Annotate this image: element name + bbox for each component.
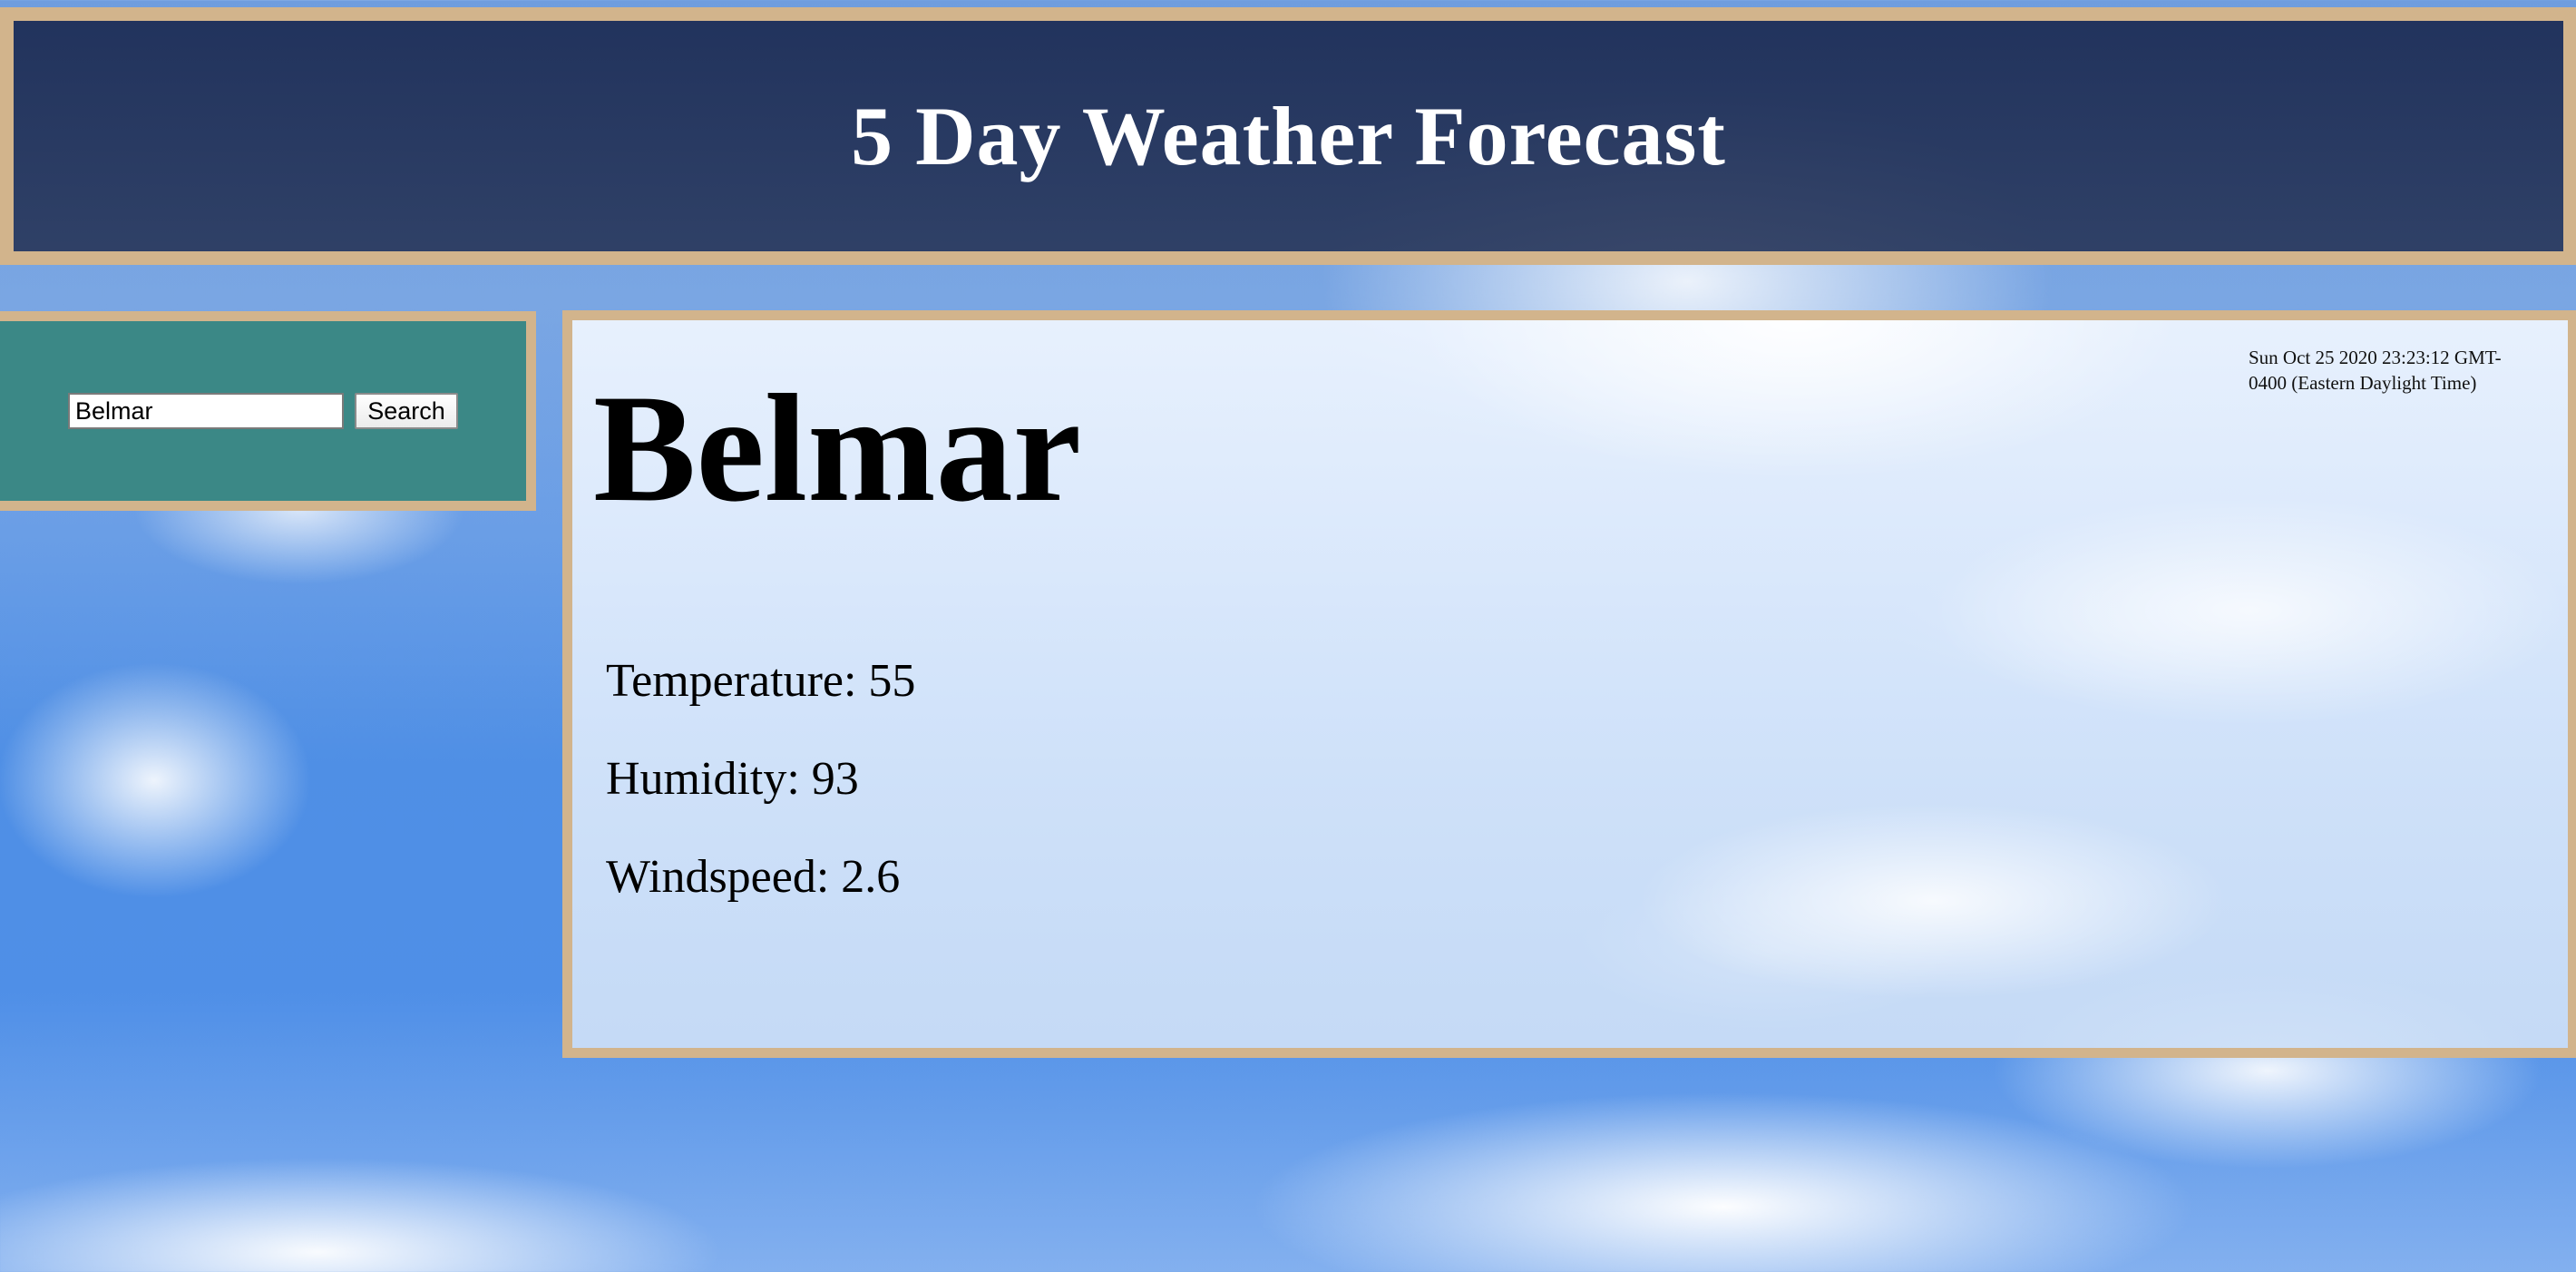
city-search-input[interactable] bbox=[68, 393, 344, 429]
humidity-value: Humidity: 93 bbox=[606, 753, 859, 805]
search-button[interactable]: Search bbox=[355, 393, 458, 429]
windspeed-value: Windspeed: 2.6 bbox=[606, 851, 901, 903]
temperature-value: Temperature: 55 bbox=[606, 655, 916, 707]
city-name: Belmar bbox=[593, 363, 1082, 533]
page-header: 5 Day Weather Forecast bbox=[0, 7, 2576, 265]
current-weather-panel: Sun Oct 25 2020 23:23:12 GMT-0400 (Easte… bbox=[562, 310, 2576, 1058]
page-title: 5 Day Weather Forecast bbox=[851, 90, 1726, 182]
search-panel: Search bbox=[0, 311, 536, 511]
current-date-time: Sun Oct 25 2020 23:23:12 GMT-0400 (Easte… bbox=[2249, 347, 2502, 394]
